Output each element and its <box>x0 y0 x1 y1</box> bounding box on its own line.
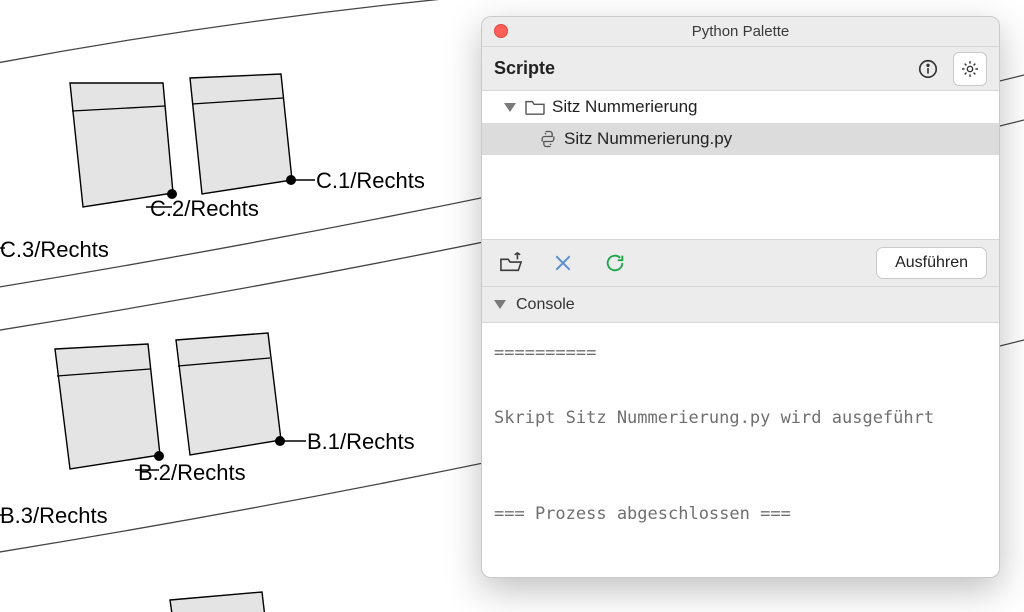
close-x-icon <box>553 253 573 273</box>
scripts-header: Scripte <box>482 47 999 91</box>
open-folder-icon <box>498 252 524 274</box>
window-controls <box>494 24 508 38</box>
console-output[interactable]: ========== Skript Sitz Nummerierung.py w… <box>482 323 999 577</box>
tree-folder-row[interactable]: Sitz Nummerierung <box>482 91 999 123</box>
refresh-button[interactable] <box>598 246 632 280</box>
window-title: Python Palette <box>692 23 790 40</box>
script-toolbar: Ausführen <box>482 239 999 287</box>
seat-label-c3: C.3/Rechts <box>0 237 109 263</box>
titlebar[interactable]: Python Palette <box>482 17 999 47</box>
seat-c2[interactable] <box>70 83 173 207</box>
seat-partial[interactable] <box>170 592 270 612</box>
seat-b1[interactable] <box>176 333 281 455</box>
folder-icon <box>524 98 546 116</box>
refresh-icon <box>604 252 626 274</box>
chevron-down-icon[interactable] <box>504 103 516 112</box>
python-palette-window[interactable]: Python Palette Scripte <box>481 16 1000 578</box>
tree-folder-label: Sitz Nummerierung <box>552 97 698 117</box>
info-icon <box>917 58 939 80</box>
console-header[interactable]: Console <box>482 287 999 323</box>
seat-label-b3: B.3/Rechts <box>0 503 108 529</box>
tree-file-row[interactable]: Sitz Nummerierung.py <box>482 123 999 155</box>
seat-label-c1: C.1/Rechts <box>316 168 425 194</box>
seat-label-b2: B.2/Rechts <box>138 460 246 486</box>
settings-button[interactable] <box>953 52 987 86</box>
seat-c1[interactable] <box>190 74 292 194</box>
python-icon <box>538 129 558 149</box>
chevron-down-icon[interactable] <box>494 300 506 309</box>
seat-label-b1: B.1/Rechts <box>307 429 415 455</box>
gear-icon <box>960 59 980 79</box>
scripts-label: Scripte <box>494 58 903 79</box>
seat-b2[interactable] <box>55 344 160 469</box>
open-folder-button[interactable] <box>494 246 528 280</box>
tree-file-label: Sitz Nummerierung.py <box>564 129 732 149</box>
close-icon[interactable] <box>494 24 508 38</box>
console-label: Console <box>516 296 575 314</box>
script-tree[interactable]: Sitz Nummerierung Sitz Nummerierung.py <box>482 91 999 239</box>
clear-button[interactable] <box>546 246 580 280</box>
run-button[interactable]: Ausführen <box>876 247 987 279</box>
info-button[interactable] <box>911 52 945 86</box>
seat-label-c2: C.2/Rechts <box>150 196 259 222</box>
